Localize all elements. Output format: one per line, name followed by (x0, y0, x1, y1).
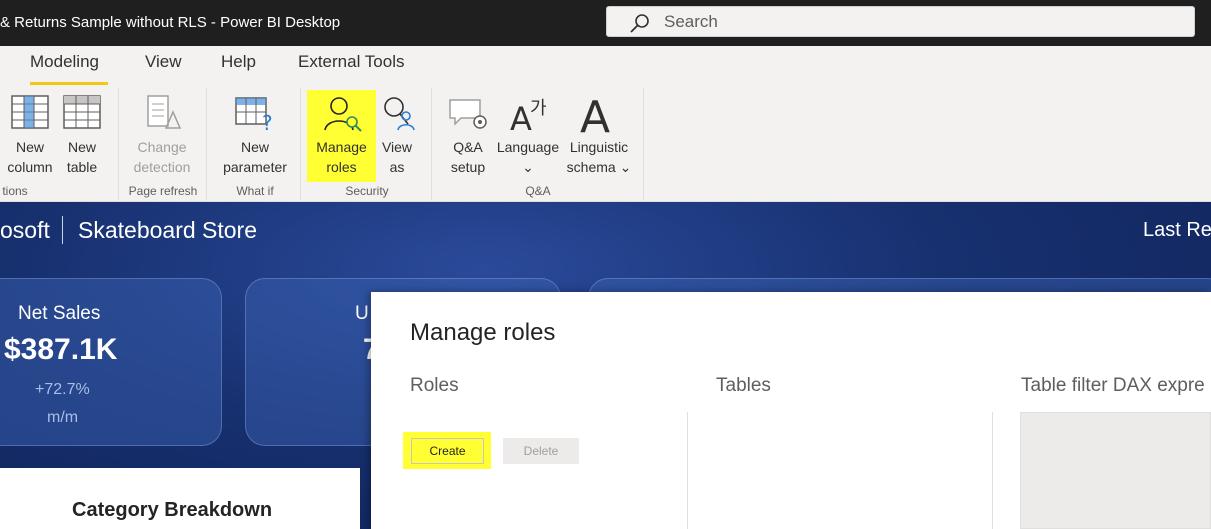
svg-text:A: A (580, 92, 610, 134)
group-qa: Q&A (525, 184, 551, 198)
ribbon-divider (300, 88, 301, 200)
ribbon-divider (431, 88, 432, 200)
language-icon: A가 (508, 92, 552, 134)
qa-setup-icon (447, 96, 489, 132)
linguistic-schema-label: Linguistic schema ⌄ (566, 139, 632, 175)
roles-header: Roles (410, 375, 459, 396)
manage-roles-label: Manage roles (316, 139, 367, 175)
column-divider (992, 412, 993, 529)
window-title: & Returns Sample without RLS - Power BI … (0, 14, 341, 31)
tab-external-tools[interactable]: External Tools (298, 52, 404, 72)
parameter-icon: ? (234, 94, 278, 132)
chevron-down-icon: ⌄ (522, 159, 534, 175)
manage-roles-button[interactable]: Manage roles (307, 90, 376, 182)
category-breakdown-visual: Category Breakdown (0, 468, 360, 529)
group-security: Security (345, 184, 389, 198)
linguistic-schema-button[interactable]: A (578, 90, 618, 134)
ribbon-divider (118, 88, 119, 200)
view-as-label: View as (381, 139, 413, 175)
table-icon (60, 94, 104, 130)
group-what-if: What if (236, 184, 274, 198)
qa-setup-button[interactable] (447, 96, 489, 132)
dialog-title: Manage roles (410, 319, 556, 346)
tab-modeling[interactable]: Modeling (30, 52, 99, 72)
new-column-button[interactable] (8, 94, 52, 130)
svg-text:A: A (510, 100, 532, 134)
active-tab-indicator (30, 82, 108, 85)
change-detection-button[interactable] (142, 94, 182, 132)
new-column-label: New column (7, 139, 53, 175)
svg-text:?: ? (262, 111, 273, 132)
kpi-period: m/m (47, 409, 79, 426)
brand-left: osoft (0, 217, 50, 243)
ribbon-divider (206, 88, 207, 200)
tab-help[interactable]: Help (221, 52, 256, 72)
dax-filter-header: Table filter DAX expre (1021, 375, 1205, 396)
language-label: Language ⌄ (494, 137, 562, 177)
page-refresh-icon (142, 94, 182, 132)
group-calculations: tions (2, 184, 28, 198)
qa-setup-label: Q&A setup (450, 139, 486, 175)
table-column-icon (8, 94, 52, 130)
title-bar: & Returns Sample without RLS - Power BI … (0, 0, 1211, 46)
search-label: Search (664, 12, 718, 31)
kpi-value: $387.1K (4, 333, 118, 366)
group-page-refresh: Page refresh (128, 184, 198, 198)
linguistic-schema-icon: A (578, 90, 618, 134)
store-name: Skateboard Store (78, 217, 258, 243)
last-refresh-label: Last Re (1143, 219, 1211, 241)
search-box[interactable]: Search (606, 6, 1195, 37)
new-table-label: New table (66, 139, 98, 175)
kpi-change: +72.7% (35, 381, 90, 398)
dax-expression-editor[interactable] (1020, 412, 1211, 529)
change-detection-label: Change detection (133, 139, 191, 175)
kpi-title: U (355, 303, 369, 324)
new-parameter-button[interactable]: ? (234, 94, 278, 132)
manage-roles-icon (323, 94, 363, 134)
column-divider (687, 412, 688, 529)
tab-view[interactable]: View (145, 52, 182, 72)
svg-text:가: 가 (530, 98, 547, 119)
ribbon-divider (643, 88, 644, 200)
search-icon (629, 13, 651, 33)
create-role-button[interactable]: Create (411, 438, 484, 464)
view-as-icon (378, 94, 418, 134)
new-parameter-label: New parameter (223, 139, 287, 175)
new-table-button[interactable] (60, 94, 104, 130)
language-button[interactable]: A가 (508, 92, 552, 134)
brand-divider (62, 216, 63, 244)
delete-role-button[interactable]: Delete (503, 438, 579, 464)
tables-header: Tables (716, 375, 771, 396)
kpi-title: Net Sales (18, 303, 101, 324)
category-breakdown-title: Category Breakdown (72, 499, 273, 521)
view-as-button[interactable] (378, 94, 418, 134)
